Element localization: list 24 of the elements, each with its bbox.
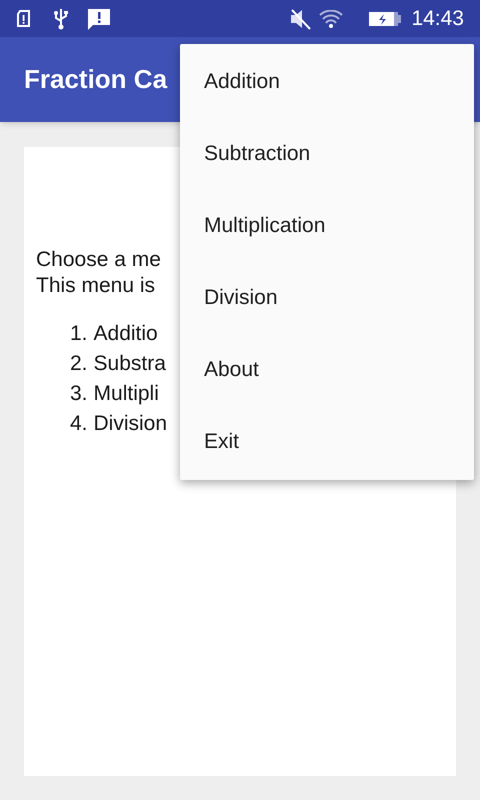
list-item-text: Additio — [94, 321, 158, 347]
list-number: 1. — [70, 321, 88, 347]
menu-item[interactable]: Subtraction — [180, 118, 474, 190]
list-number: 2. — [70, 351, 88, 377]
menu-item[interactable]: Multiplication — [180, 190, 474, 262]
list-item-text: Multipli — [94, 381, 159, 407]
list-number: 4. — [70, 411, 88, 437]
list-item-text: Substra — [94, 351, 166, 377]
menu-item[interactable]: Division — [180, 262, 474, 334]
list-item-text: Division — [94, 411, 168, 437]
app-title: Fraction Ca — [24, 63, 168, 96]
menu-item[interactable]: About — [180, 334, 474, 406]
muted-speaker-icon — [289, 8, 314, 30]
status-time: 14:43 — [411, 6, 464, 32]
menu-item[interactable]: Addition — [180, 46, 474, 118]
intro-text: Choose a me — [36, 248, 161, 271]
message-alert-icon — [87, 8, 111, 30]
wifi-icon — [319, 10, 344, 28]
sim-alert-icon — [16, 10, 31, 27]
list-number: 3. — [70, 381, 88, 407]
intro-text: This menu is — [36, 274, 156, 297]
battery-charging-icon — [369, 10, 402, 26]
menu-item[interactable]: Exit — [180, 406, 474, 478]
usb-icon — [53, 8, 69, 30]
